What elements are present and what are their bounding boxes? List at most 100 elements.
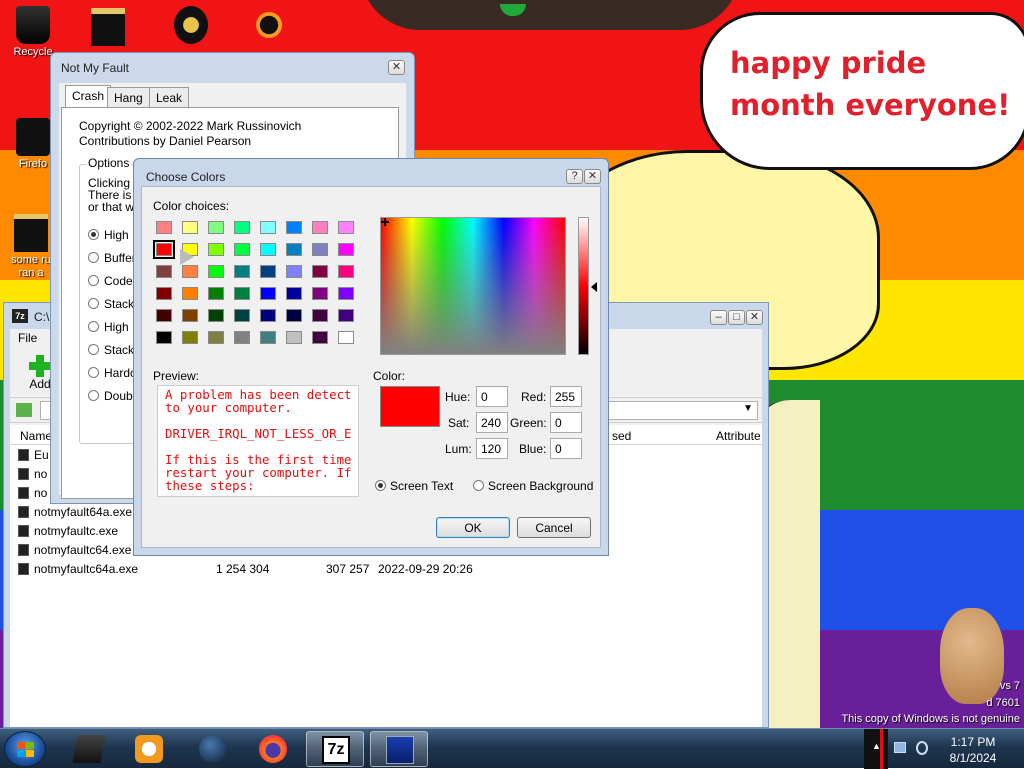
network-icon[interactable] [894,742,906,753]
color-swatch[interactable] [286,309,302,322]
color-swatch[interactable] [208,265,224,278]
color-swatch[interactable] [153,240,175,259]
color-swatch[interactable] [260,265,276,278]
tab-crash[interactable]: Crash [65,85,112,109]
hue-input[interactable]: 0 [476,386,508,407]
color-swatch[interactable] [338,287,354,300]
color-swatch[interactable] [260,221,276,234]
color-swatch[interactable] [182,331,198,344]
color-swatch[interactable] [182,265,198,278]
color-swatch[interactable] [312,309,328,322]
close-button[interactable]: ✕ [584,169,601,184]
up-folder-icon[interactable] [16,403,32,417]
crash-option-radio[interactable] [88,229,99,240]
color-swatch[interactable] [312,331,328,344]
color-swatch[interactable] [286,265,302,278]
green-input[interactable]: 0 [550,412,582,433]
start-button[interactable] [4,731,46,767]
color-swatch[interactable] [312,221,328,234]
clock[interactable]: 1:17 PM 8/1/2024 [936,734,1010,766]
color-swatch[interactable] [234,265,250,278]
color-solid-preview [380,386,440,427]
column-modified[interactable]: sed [612,429,631,443]
color-swatch[interactable] [338,243,354,256]
menu-file[interactable]: File [18,331,37,345]
color-swatch[interactable] [312,265,328,278]
color-swatch[interactable] [156,309,172,322]
recycle-bin-icon [16,6,50,44]
crash-option-radio[interactable] [88,252,99,263]
color-swatch[interactable] [234,243,250,256]
color-swatch[interactable] [260,243,276,256]
sat-input[interactable]: 240 [476,412,508,433]
color-swatch[interactable] [208,309,224,322]
taskbar-item-firefox[interactable] [244,731,302,767]
color-swatch[interactable] [182,287,198,300]
taskbar-item-app[interactable] [184,731,242,767]
taskbar-item-explorer[interactable] [60,731,118,767]
color-swatch[interactable] [338,221,354,234]
crash-option-radio[interactable] [88,321,99,332]
color-swatch[interactable] [312,287,328,300]
color-swatch[interactable] [156,265,172,278]
color-swatch[interactable] [208,221,224,234]
crash-option-radio[interactable] [88,390,99,401]
color-swatch[interactable] [234,221,250,234]
close-button[interactable]: ✕ [388,60,405,75]
file-icon [18,544,29,556]
crash-option-radio[interactable] [88,344,99,355]
red-input[interactable]: 255 [550,386,582,407]
color-swatch[interactable] [312,243,328,256]
minimize-button[interactable]: – [710,310,727,325]
color-swatch[interactable] [260,309,276,322]
color-swatch[interactable] [286,221,302,234]
luminosity-slider[interactable] [578,217,589,355]
help-button[interactable]: ? [566,169,583,184]
column-name[interactable]: Name [20,429,52,443]
column-attributes[interactable]: Attribute [716,429,761,443]
tab-leak[interactable]: Leak [149,87,190,107]
color-swatch[interactable] [260,287,276,300]
close-button[interactable]: ✕ [746,310,763,325]
color-swatch[interactable] [182,309,198,322]
volume-icon[interactable] [916,741,928,755]
maximize-button[interactable]: □ [728,310,745,325]
color-swatch[interactable] [208,331,224,344]
luminosity-arrow-icon[interactable] [591,282,597,292]
desktop-icon-app[interactable] [166,6,216,46]
lum-input[interactable]: 120 [476,438,508,459]
color-swatch[interactable] [234,309,250,322]
table-row[interactable]: notmyfaultc64a.exe 1 254 304 307 257 2022-0… [10,559,762,578]
taskbar-item-7zip[interactable]: 7z [306,731,364,767]
ok-button[interactable]: OK [436,517,510,538]
color-swatch[interactable] [156,221,172,234]
color-swatch[interactable] [338,309,354,322]
cancel-button[interactable]: Cancel [517,517,591,538]
desktop-icon-app2[interactable] [244,6,294,46]
crash-option-radio[interactable] [88,367,99,378]
desktop-icon-recycle-bin[interactable]: Recycle [6,6,60,58]
color-swatch[interactable] [286,287,302,300]
color-swatch[interactable] [286,243,302,256]
color-swatch[interactable] [208,287,224,300]
desktop-icon-folder[interactable] [88,8,128,48]
crash-option-radio[interactable] [88,298,99,309]
taskbar-item-media-player[interactable] [120,731,178,767]
color-swatch[interactable] [286,331,302,344]
tab-hang[interactable]: Hang [107,87,150,107]
color-swatch[interactable] [234,331,250,344]
blue-input[interactable]: 0 [550,438,582,459]
color-swatch[interactable] [208,243,224,256]
color-spectrum[interactable] [380,217,566,355]
color-swatch[interactable] [338,265,354,278]
taskbar-item-notmyfault[interactable] [370,731,428,767]
color-swatch[interactable] [156,287,172,300]
screen-text-radio[interactable] [375,480,386,491]
color-swatch[interactable] [156,331,172,344]
color-swatch[interactable] [182,221,198,234]
crash-option-radio[interactable] [88,275,99,286]
color-swatch[interactable] [260,331,276,344]
screen-background-radio[interactable] [473,480,484,491]
color-swatch[interactable] [338,331,354,344]
color-swatch[interactable] [234,287,250,300]
